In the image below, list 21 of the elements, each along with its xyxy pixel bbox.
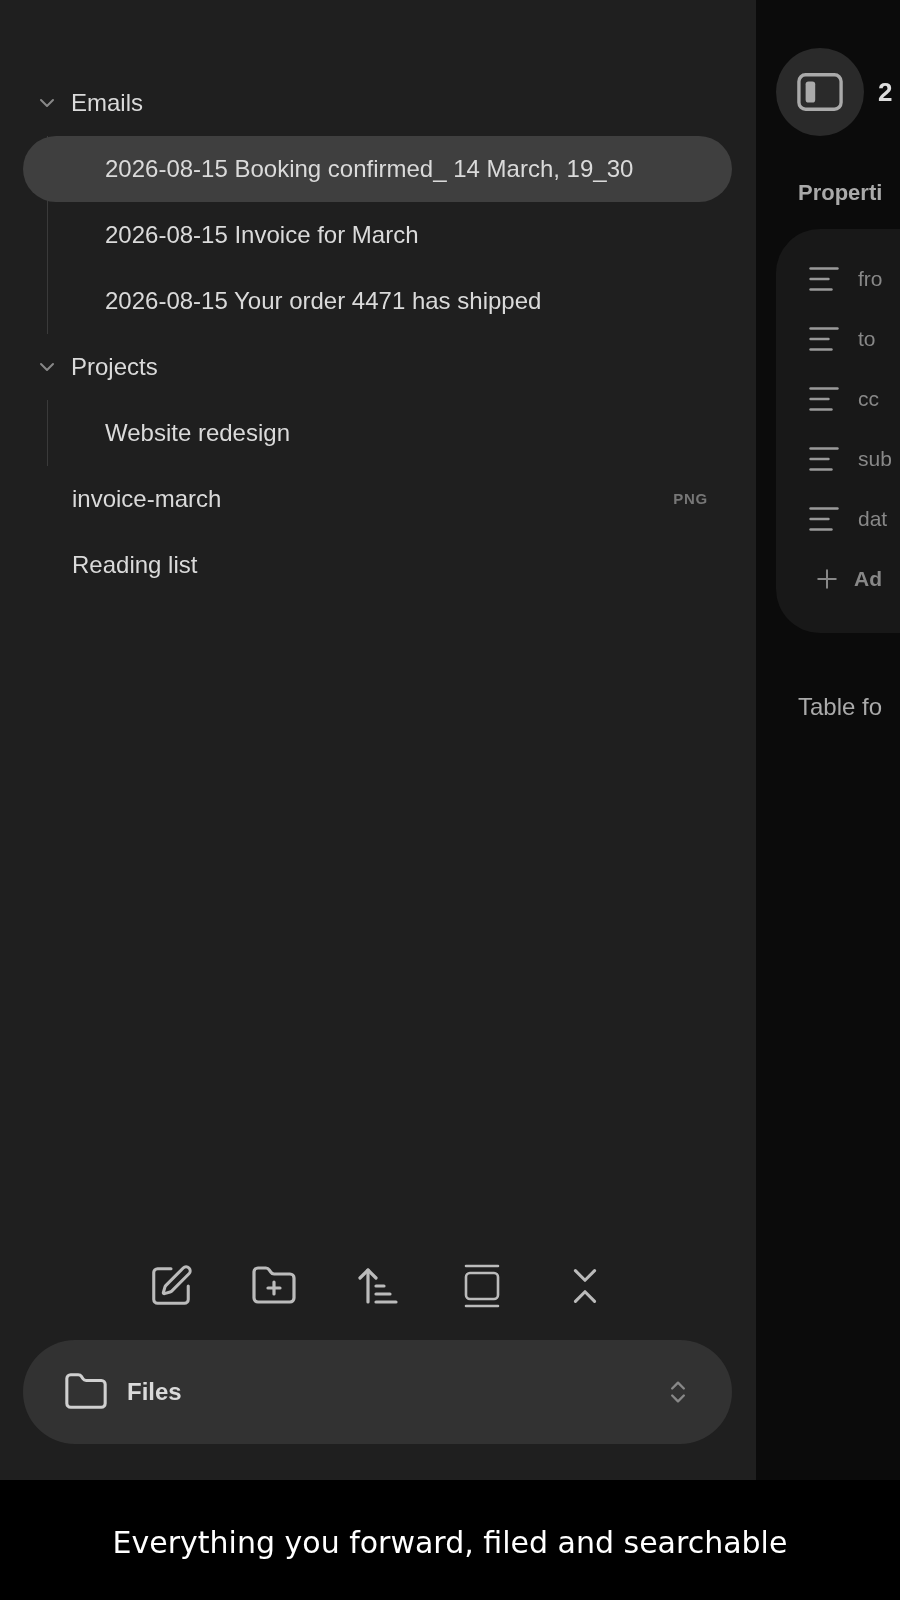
note-title: 2 [878,75,893,109]
properties-heading: Properti [798,179,884,207]
file-tree-item[interactable]: 2026-08-15 Booking confirmed_ 14 March, 19_30 [23,136,732,202]
section-heading: Table fo [798,692,884,722]
property-name[interactable]: sub [858,443,892,475]
file-tree-item[interactable]: 2026-08-15 Your order 4471 has shipped [23,268,732,334]
sidebar-panel-icon [797,72,843,112]
add-property-button[interactable]: Ad [806,549,882,609]
caption-text: Everything you forward, filed and searchable [112,1523,788,1562]
property-name[interactable]: dat [858,503,888,535]
file-tree-item[interactable]: invoice-march PNG [23,466,732,532]
file-tree-item[interactable]: Website redesign [23,400,732,466]
file-tree-item[interactable]: Reading list [23,532,732,598]
files-view-switcher[interactable]: Files [23,1340,732,1444]
folder-item[interactable]: Emails [23,70,732,136]
file-tree-item[interactable]: 2026-08-15 Invoice for March [23,202,732,268]
property-name[interactable]: cc [858,383,879,415]
property-name[interactable]: fro [858,263,883,295]
file-type-label: PNG [673,488,708,509]
folder-item[interactable]: Projects [23,334,732,400]
property-name[interactable]: to [858,323,876,355]
